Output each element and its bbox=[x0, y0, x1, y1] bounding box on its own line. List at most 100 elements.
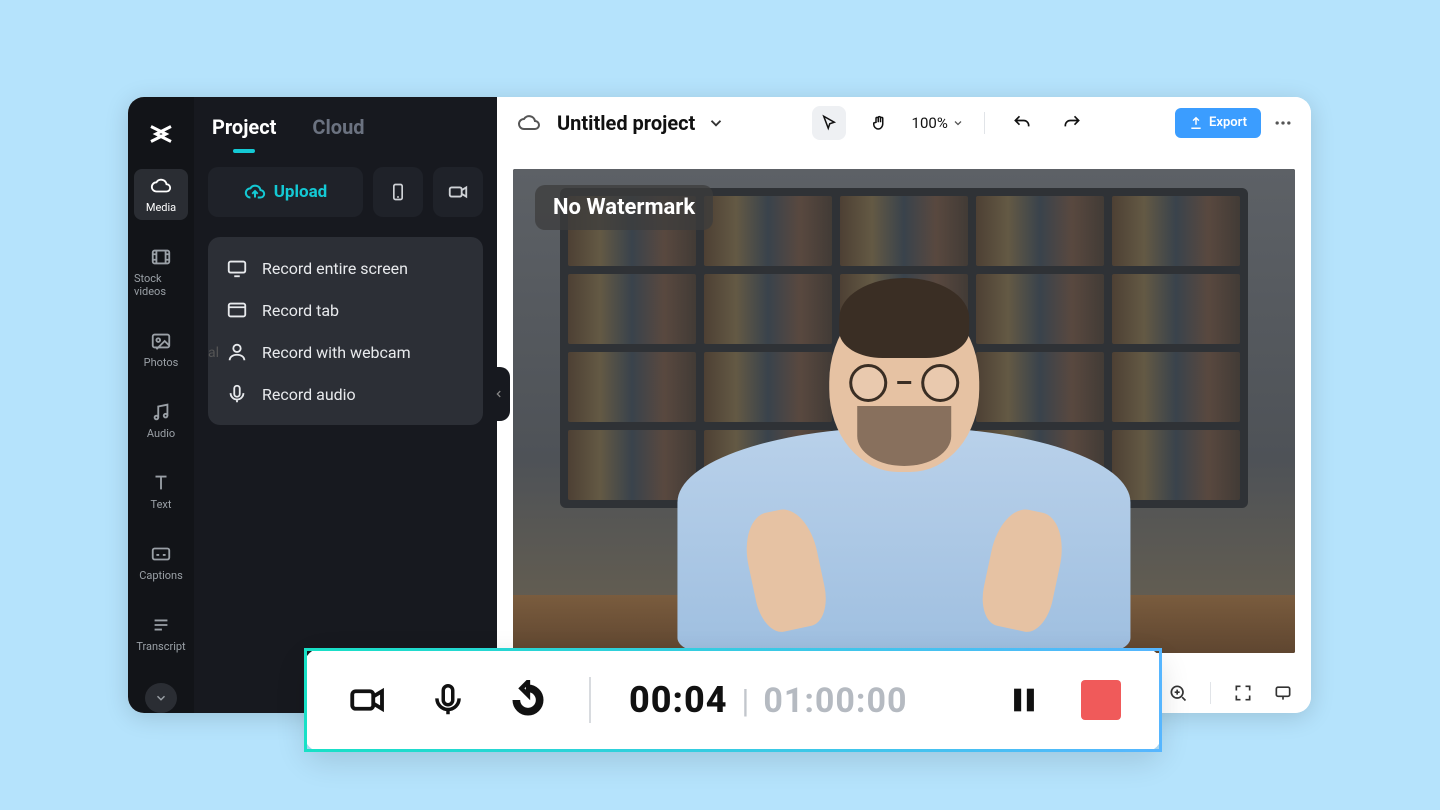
hand-icon bbox=[870, 114, 888, 132]
chevron-down-icon bbox=[952, 117, 964, 129]
panel-collapse-handle[interactable] bbox=[488, 367, 510, 421]
recorder-mic-button[interactable] bbox=[425, 677, 471, 723]
zoom-value: 100% bbox=[912, 114, 948, 132]
export-label: Export bbox=[1209, 115, 1247, 130]
more-menu-button[interactable] bbox=[1271, 111, 1295, 135]
panel-tabs: Project Cloud bbox=[194, 97, 497, 157]
smartphone-icon bbox=[388, 182, 408, 202]
recording-bar: 00:04 | 01:00:00 bbox=[304, 648, 1162, 752]
divider bbox=[589, 677, 591, 723]
stop-icon bbox=[1081, 680, 1121, 720]
upload-label: Upload bbox=[274, 182, 328, 202]
dots-horizontal-icon bbox=[1273, 113, 1293, 133]
film-icon bbox=[150, 246, 172, 268]
zoom-dropdown[interactable]: 100% bbox=[912, 114, 964, 132]
tab-cloud[interactable]: Cloud bbox=[312, 115, 364, 139]
rail-label: Media bbox=[146, 201, 176, 214]
app-window: Media Stock videos Photos Audio Text Cap… bbox=[128, 97, 1311, 713]
rail-item-captions[interactable]: Captions bbox=[134, 537, 188, 588]
export-icon bbox=[1189, 116, 1203, 130]
panel-buttons: Upload bbox=[194, 157, 497, 227]
recorder-pause-button[interactable] bbox=[1001, 677, 1047, 723]
project-title[interactable]: Untitled project bbox=[557, 111, 695, 135]
chevron-down-icon[interactable] bbox=[707, 114, 725, 132]
cloud-sync-icon[interactable] bbox=[513, 107, 545, 139]
photo-icon bbox=[150, 330, 172, 352]
camera-icon bbox=[347, 679, 389, 721]
present-button[interactable] bbox=[1271, 681, 1295, 705]
recorder-stop-button[interactable] bbox=[1081, 680, 1121, 720]
export-button[interactable]: Export bbox=[1175, 108, 1261, 138]
redo-button[interactable] bbox=[1055, 106, 1089, 140]
app-logo-icon bbox=[145, 119, 177, 149]
camera-icon bbox=[447, 181, 469, 203]
record-menu: Record entire screen Record tab Record w… bbox=[208, 237, 483, 425]
record-entire-screen[interactable]: Record entire screen bbox=[216, 247, 475, 289]
music-icon bbox=[150, 401, 172, 423]
pause-icon bbox=[1007, 683, 1041, 717]
cloud-upload-icon bbox=[244, 181, 266, 203]
microphone-icon bbox=[429, 681, 467, 719]
menu-label: Record entire screen bbox=[262, 259, 408, 278]
person-icon bbox=[226, 341, 248, 363]
transcript-icon bbox=[150, 614, 172, 636]
rail-item-text[interactable]: Text bbox=[134, 466, 188, 517]
rail-label: Audio bbox=[147, 427, 175, 440]
rail-label: Photos bbox=[144, 356, 179, 369]
zoom-in-icon bbox=[1168, 683, 1188, 703]
divider bbox=[984, 112, 985, 134]
recorder-time: 00:04 | 01:00:00 bbox=[629, 679, 908, 721]
recorder-restart-button[interactable] bbox=[505, 677, 551, 723]
topbar-left: Untitled project bbox=[513, 107, 725, 139]
menu-label: Record audio bbox=[262, 385, 356, 404]
rail-item-audio[interactable]: Audio bbox=[134, 395, 188, 446]
menu-label: Record tab bbox=[262, 301, 339, 320]
rail-label: Captions bbox=[139, 569, 183, 582]
rail-label: Stock videos bbox=[134, 272, 188, 298]
rail-item-transcript[interactable]: Transcript bbox=[134, 608, 188, 659]
restart-icon bbox=[508, 680, 548, 720]
captions-icon bbox=[150, 543, 172, 565]
video-preview[interactable]: No Watermark bbox=[513, 169, 1295, 653]
browser-tab-icon bbox=[226, 299, 248, 321]
recorder-camera-button[interactable] bbox=[345, 677, 391, 723]
tab-project[interactable]: Project bbox=[212, 115, 276, 139]
cursor-tool-button[interactable] bbox=[812, 106, 846, 140]
menu-label: Record with webcam bbox=[262, 343, 411, 362]
rail-label: Text bbox=[151, 498, 172, 511]
fullscreen-button[interactable] bbox=[1231, 681, 1255, 705]
left-rail: Media Stock videos Photos Audio Text Cap… bbox=[128, 97, 194, 713]
hand-tool-button[interactable] bbox=[862, 106, 896, 140]
rail-expand-button[interactable] bbox=[145, 683, 177, 713]
cursor-icon bbox=[820, 114, 838, 132]
record-source-button[interactable] bbox=[433, 167, 483, 217]
chevron-down-icon bbox=[154, 691, 168, 705]
divider bbox=[1210, 682, 1211, 704]
record-audio[interactable]: Record audio bbox=[216, 373, 475, 415]
record-tab[interactable]: Record tab bbox=[216, 289, 475, 331]
topbar-right: Export bbox=[1175, 108, 1295, 138]
recorder-right bbox=[1001, 677, 1121, 723]
watermark-badge: No Watermark bbox=[535, 185, 713, 230]
redo-icon bbox=[1062, 113, 1082, 133]
presentation-icon bbox=[1273, 683, 1293, 703]
video-frame-illustration bbox=[513, 169, 1295, 653]
zoom-in-button[interactable] bbox=[1166, 681, 1190, 705]
total-time: 01:00:00 bbox=[763, 681, 907, 721]
rail-item-photos[interactable]: Photos bbox=[134, 324, 188, 375]
elapsed-time: 00:04 bbox=[629, 679, 728, 721]
text-icon bbox=[150, 472, 172, 494]
fullscreen-icon bbox=[1233, 683, 1253, 703]
upload-button[interactable]: Upload bbox=[208, 167, 363, 217]
topbar: Untitled project 100% bbox=[497, 97, 1311, 149]
time-separator: | bbox=[742, 682, 750, 720]
mobile-source-button[interactable] bbox=[373, 167, 423, 217]
rail-label: Transcript bbox=[136, 640, 185, 653]
undo-button[interactable] bbox=[1005, 106, 1039, 140]
sidebar-hint-text: al bbox=[208, 345, 219, 361]
main-area: Untitled project 100% bbox=[497, 97, 1311, 713]
media-panel: Project Cloud Upload al Record entire sc… bbox=[194, 97, 497, 713]
record-with-webcam[interactable]: Record with webcam bbox=[216, 331, 475, 373]
rail-item-stock-videos[interactable]: Stock videos bbox=[134, 240, 188, 304]
rail-item-media[interactable]: Media bbox=[134, 169, 188, 220]
